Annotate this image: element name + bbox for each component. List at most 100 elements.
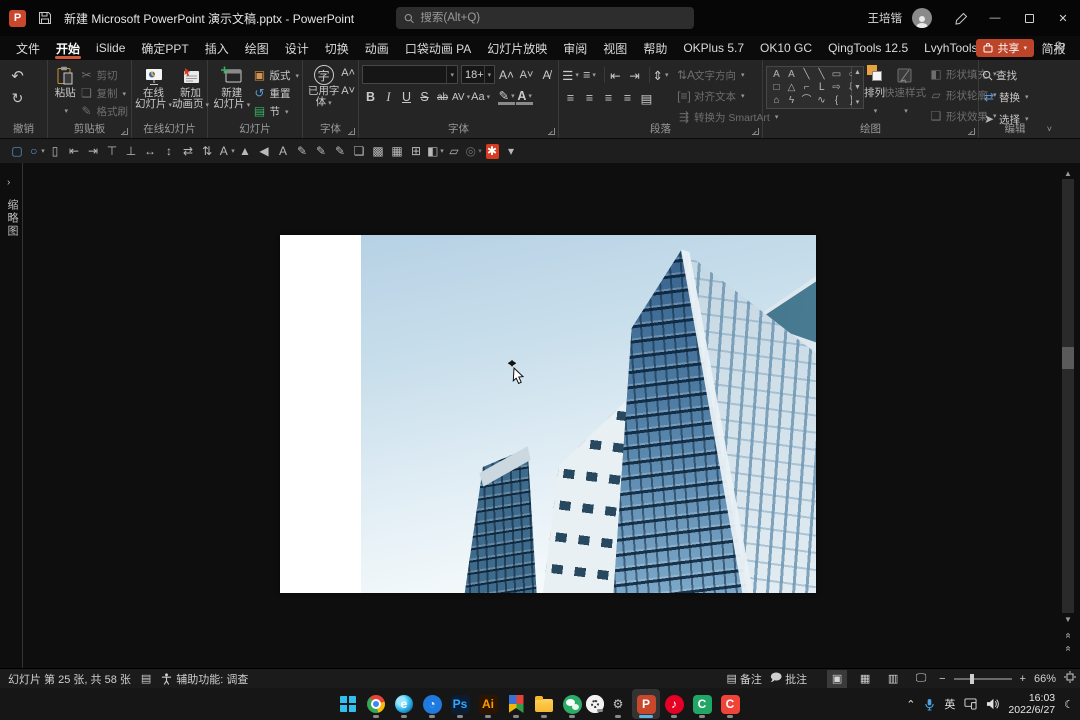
- focus-assist-moon-icon[interactable]: ☾: [1064, 698, 1074, 711]
- replace-button[interactable]: ⇄替换: [982, 88, 1029, 106]
- align-bottom-icon[interactable]: ⊥: [122, 142, 140, 161]
- align-right-button[interactable]: ≡: [600, 89, 617, 107]
- shape-option[interactable]: ∿: [814, 94, 829, 107]
- cast-screen-icon[interactable]: [964, 698, 977, 710]
- shape-option[interactable]: △: [784, 81, 799, 94]
- zoom-in-button[interactable]: +: [1020, 673, 1026, 685]
- redo-icon[interactable]: ↻: [9, 89, 26, 107]
- shape-option[interactable]: □: [769, 81, 784, 94]
- accessibility-checker[interactable]: 辅助功能: 调查: [161, 671, 248, 687]
- search-box[interactable]: [396, 7, 694, 29]
- tab-transitions[interactable]: 切换: [317, 36, 357, 60]
- crop-icon[interactable]: ▱: [445, 142, 463, 161]
- paste-special-icon[interactable]: ▯: [46, 142, 64, 161]
- scrollbar-thumb[interactable]: [1062, 347, 1074, 369]
- justify-button[interactable]: ≡: [619, 89, 636, 107]
- distribute-v-icon[interactable]: ⇅: [198, 142, 216, 161]
- slideshow-button[interactable]: 🖵: [911, 670, 931, 688]
- align-left-button[interactable]: ≡: [562, 89, 579, 107]
- zoom-slider-thumb[interactable]: [970, 674, 974, 684]
- ink-pen-icon[interactable]: [950, 0, 972, 36]
- gallery-down-icon[interactable]: ▼: [854, 84, 861, 91]
- notes-button[interactable]: ▤备注: [726, 671, 761, 687]
- highlight-color-button[interactable]: ✎: [498, 90, 515, 105]
- shape-option[interactable]: ⇨: [829, 81, 844, 94]
- zoom-percentage[interactable]: 66%: [1034, 673, 1056, 685]
- copy-button[interactable]: ❏复制: [80, 84, 129, 102]
- font-name-combo[interactable]: ▾: [362, 65, 458, 84]
- share-button[interactable]: 共享▾: [976, 39, 1034, 57]
- toolbar-more-icon[interactable]: ▾: [502, 142, 520, 161]
- tab-okppt[interactable]: 确定PPT: [133, 36, 196, 60]
- tab-draw[interactable]: 绘图: [237, 36, 277, 60]
- pen-blue-icon[interactable]: ✎: [312, 142, 330, 161]
- start-button[interactable]: [334, 689, 362, 719]
- tab-pocket-animation[interactable]: 口袋动画 PA: [397, 36, 479, 60]
- flip-horizontal-icon[interactable]: ◀: [255, 142, 273, 161]
- gallery-up-icon[interactable]: ▲: [854, 69, 861, 76]
- pen-red-icon[interactable]: ✎: [293, 142, 311, 161]
- shape-option[interactable]: ⌒: [799, 94, 814, 107]
- section-button[interactable]: ▤节: [252, 102, 299, 120]
- thumbnail-panel-collapsed[interactable]: › 缩略图: [0, 163, 23, 668]
- shape-option[interactable]: ▭: [829, 68, 844, 81]
- recorder-icon[interactable]: [586, 695, 604, 713]
- collapse-ribbon-icon[interactable]: ˅: [1047, 124, 1052, 134]
- paragraph-dialog-launcher[interactable]: [752, 128, 759, 135]
- strikethrough-button[interactable]: S: [416, 88, 433, 106]
- save-icon[interactable]: [38, 11, 52, 25]
- distribute-h-icon[interactable]: ⇄: [179, 142, 197, 161]
- file-explorer-icon[interactable]: [530, 689, 558, 719]
- shape-option[interactable]: A: [769, 68, 784, 81]
- gallery-more-icon[interactable]: ▾: [856, 98, 860, 106]
- format-painter-button[interactable]: ✎格式刷: [80, 102, 129, 120]
- previous-slide-button[interactable]: «: [1062, 628, 1074, 640]
- clipboard-dialog-launcher[interactable]: [121, 128, 128, 135]
- powerpoint-icon[interactable]: P: [632, 689, 660, 719]
- slide-sorter-view-button[interactable]: ▦: [855, 670, 875, 688]
- tab-islide[interactable]: iSlide: [88, 36, 133, 60]
- bring-forward-icon[interactable]: ❏: [350, 142, 368, 161]
- shape-option[interactable]: ᒪ: [814, 81, 829, 94]
- shape-option[interactable]: ⌐: [799, 81, 814, 94]
- online-slides-button[interactable]: 在线幻灯片: [135, 63, 172, 111]
- quick-styles-button[interactable]: 快速样式: [885, 63, 925, 118]
- chrome-icon[interactable]: [362, 689, 390, 719]
- next-slide-button[interactable]: «: [1062, 641, 1074, 653]
- reset-button[interactable]: ↺重置: [252, 84, 299, 102]
- ok-plugin-icon[interactable]: ✱: [483, 142, 501, 161]
- illustrator-icon[interactable]: Ai: [474, 689, 502, 719]
- search-input[interactable]: [420, 12, 686, 24]
- layout-button[interactable]: ▣版式: [252, 66, 299, 84]
- format-text-icon[interactable]: A: [274, 142, 292, 161]
- vertical-scrollbar[interactable]: ▲ ▼ « «: [1062, 167, 1074, 653]
- display-settings-icon[interactable]: ▤: [141, 672, 151, 685]
- cut-button[interactable]: ✂剪切: [80, 66, 129, 84]
- shape-option[interactable]: ϟ: [784, 94, 799, 107]
- shape-option[interactable]: ⌂: [769, 94, 784, 107]
- tab-help[interactable]: 帮助: [635, 36, 675, 60]
- close-button[interactable]: ✕: [1046, 0, 1080, 36]
- grow-font-icon[interactable]: A˄: [341, 67, 355, 79]
- tab-file[interactable]: 文件: [8, 36, 48, 60]
- red-c-app-icon[interactable]: C: [716, 689, 744, 719]
- tab-okplus[interactable]: OKPlus 5.7: [675, 36, 752, 60]
- bookmark-app-icon[interactable]: [502, 689, 530, 719]
- tab-slideshow[interactable]: 幻灯片放映: [479, 36, 555, 60]
- character-spacing-button[interactable]: AV: [452, 88, 470, 106]
- input-language-indicator[interactable]: 英: [944, 696, 955, 712]
- quark-icon[interactable]: ◔: [418, 689, 446, 719]
- netease-music-icon[interactable]: ♪: [660, 689, 688, 719]
- shape-option[interactable]: ╲: [799, 68, 814, 81]
- send-backward-icon[interactable]: ▩: [369, 142, 387, 161]
- shape-option[interactable]: A: [784, 68, 799, 81]
- align-right-icon[interactable]: ⇥: [84, 142, 102, 161]
- zoom-slider[interactable]: [954, 678, 1012, 680]
- tab-qingtools[interactable]: QingTools 12.5: [820, 36, 916, 60]
- undo-icon[interactable]: ↶: [9, 67, 26, 85]
- shrink-font-icon[interactable]: A˅: [341, 85, 355, 97]
- tab-review[interactable]: 审阅: [555, 36, 595, 60]
- presence-person-icon[interactable]: [1053, 40, 1066, 58]
- font-color-button[interactable]: A: [516, 90, 533, 105]
- shape-option[interactable]: ╲: [814, 68, 829, 81]
